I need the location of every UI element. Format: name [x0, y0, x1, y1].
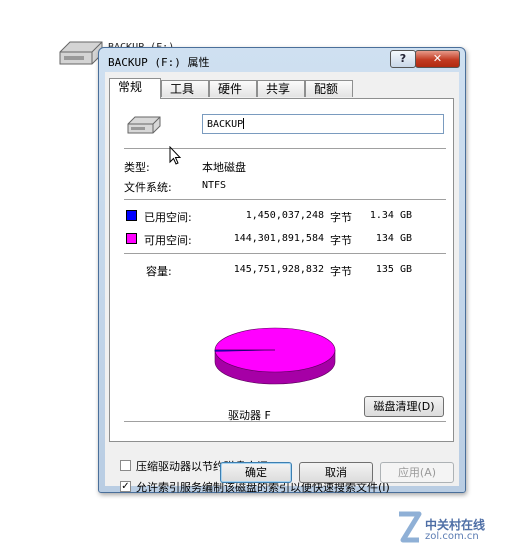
apply-button[interactable]: 应用(A) [380, 462, 454, 483]
disk-usage-pie [214, 327, 336, 385]
tab-quota[interactable]: 配额 [305, 80, 353, 97]
separator [124, 199, 446, 201]
used-space-label: 已用空间: [144, 211, 192, 224]
properties-dialog: BACKUP (F:) 属性 ? ✕ 常规 工具 硬件 共享 配额 BACKUP… [98, 47, 466, 494]
separator [124, 253, 446, 255]
compress-checkbox[interactable] [120, 460, 131, 471]
dialog-client: 常规 工具 硬件 共享 配额 BACKUP 类型: 本地磁盘 文件系统: NTF… [105, 72, 459, 494]
used-space-bytes: 1,450,037,248 [245, 210, 324, 221]
window-title: BACKUP (F:) 属性 [108, 56, 210, 69]
text-caret [243, 118, 245, 129]
mouse-pointer-icon [169, 146, 182, 165]
tab-tools[interactable]: 工具 [161, 80, 209, 97]
capacity-unit: 字节 [330, 265, 352, 278]
title-bar[interactable]: BACKUP (F:) 属性 ? ✕ [99, 48, 465, 72]
watermark-en: zol.com.cn [425, 531, 479, 542]
capacity-bytes: 145,751,928,832 [233, 264, 324, 275]
capacity-label: 容量: [146, 265, 172, 278]
capacity-size: 135 GB [375, 264, 412, 275]
used-space-swatch [126, 210, 137, 221]
general-panel: BACKUP 类型: 本地磁盘 文件系统: NTFS 已用空间: 1,450,0… [109, 98, 454, 442]
volume-name-value: BACKUP [207, 119, 244, 130]
type-value: 本地磁盘 [202, 161, 246, 174]
index-checkbox[interactable]: ✓ [120, 481, 131, 492]
tab-hardware[interactable]: 硬件 [209, 80, 257, 97]
free-space-unit: 字节 [330, 234, 352, 247]
disk-cleanup-button[interactable]: 磁盘清理(D) [364, 396, 444, 417]
used-space-unit: 字节 [330, 211, 352, 224]
ok-button[interactable]: 确定 [220, 462, 292, 483]
zol-logo-icon [399, 511, 422, 543]
used-space-size: 1.34 GB [369, 210, 412, 221]
cancel-button[interactable]: 取消 [299, 462, 373, 483]
separator [124, 421, 446, 423]
free-space-label: 可用空间: [144, 234, 192, 247]
tab-sharing[interactable]: 共享 [257, 80, 305, 97]
tab-general[interactable]: 常规 [109, 78, 161, 99]
drive-icon [127, 116, 161, 134]
help-button[interactable]: ? [390, 50, 416, 68]
free-space-swatch [126, 233, 137, 244]
filesystem-value: NTFS [202, 180, 227, 191]
free-space-size: 134 GB [375, 233, 412, 244]
close-button[interactable]: ✕ [415, 50, 460, 68]
filesystem-label: 文件系统: [124, 181, 172, 194]
type-label: 类型: [124, 161, 150, 174]
free-space-bytes: 144,301,891,584 [233, 233, 324, 244]
site-watermark: 中关村在线 zol.com.cn [395, 508, 520, 548]
volume-name-input[interactable]: BACKUP [202, 114, 444, 134]
